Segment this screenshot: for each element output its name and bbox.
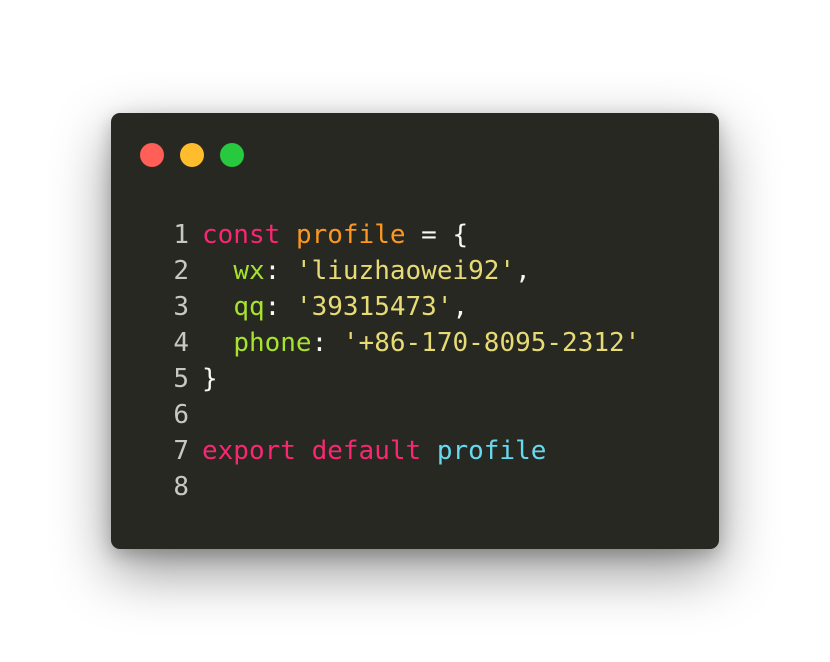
code-token-punctuation xyxy=(202,292,233,322)
line-number: 1 xyxy=(173,220,189,250)
code-token-property: wx xyxy=(233,256,265,286)
line-number: 5 xyxy=(173,364,189,394)
code-window: 1 const profile = {2 wx: 'liuzhaowei92', 3… xyxy=(111,113,719,549)
code-line: 4 phone: '+86-170-8095-2312' xyxy=(163,325,640,361)
code-token-punctuation xyxy=(280,220,296,250)
code-token-punctuation: } xyxy=(202,364,218,394)
line-number: 7 xyxy=(173,436,189,466)
code-token-property: phone xyxy=(233,328,312,358)
canvas: 1 const profile = {2 wx: 'liuzhaowei92', 3… xyxy=(0,0,830,662)
code-token-string: '39315473' xyxy=(295,292,453,322)
line-number: 6 xyxy=(173,400,189,430)
code-token-punctuation: = { xyxy=(405,220,469,250)
code-line: 6 xyxy=(163,397,640,433)
code-token-string: '+86-170-8095-2312' xyxy=(342,328,641,358)
code-token-punctuation xyxy=(202,256,233,286)
code-token-string: 'liuzhaowei92' xyxy=(295,256,516,286)
window-controls xyxy=(140,143,244,167)
code-token-punctuation xyxy=(421,436,437,466)
line-number: 2 xyxy=(173,256,189,286)
minimize-icon[interactable] xyxy=(180,143,204,167)
code-token-punctuation: , xyxy=(515,256,531,286)
code-token-keyword: const xyxy=(202,220,281,250)
code-line: 2 wx: 'liuzhaowei92', xyxy=(163,253,640,289)
maximize-icon[interactable] xyxy=(220,143,244,167)
code-token-punctuation: : xyxy=(311,328,343,358)
code-token-identifier: profile xyxy=(436,436,547,466)
code-token-variable: profile xyxy=(295,220,406,250)
code-line: 7 export default profile xyxy=(163,433,640,469)
code-token-punctuation: : xyxy=(264,292,296,322)
code-token-punctuation: : xyxy=(264,256,296,286)
code-token-property: qq xyxy=(233,292,265,322)
code-line: 8 xyxy=(163,469,640,505)
code-token-keyword: export xyxy=(202,436,296,466)
code-block: 1 const profile = {2 wx: 'liuzhaowei92', 3… xyxy=(163,217,640,505)
code-line: 1 const profile = { xyxy=(163,217,640,253)
line-number: 4 xyxy=(173,328,189,358)
code-token-punctuation xyxy=(296,436,312,466)
code-line: 3 qq: '39315473', xyxy=(163,289,640,325)
code-token-punctuation: , xyxy=(452,292,469,322)
close-icon[interactable] xyxy=(140,143,164,167)
code-token-punctuation xyxy=(202,328,233,358)
code-token-keyword: default xyxy=(311,436,422,466)
code-line: 5} xyxy=(163,361,640,397)
line-number: 8 xyxy=(173,472,189,502)
line-number: 3 xyxy=(173,292,189,322)
